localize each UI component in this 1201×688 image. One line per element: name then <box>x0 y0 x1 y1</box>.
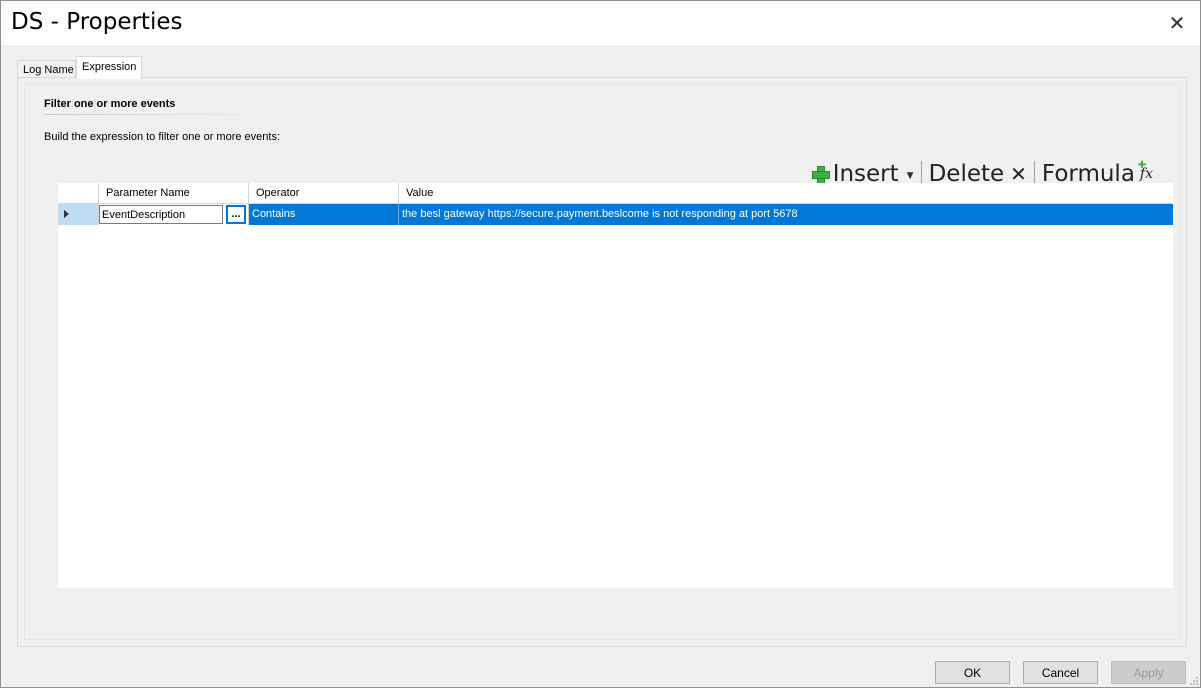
instruction-text: Build the expression to filter one or mo… <box>44 131 281 143</box>
table-row[interactable]: ... Contains the besl gateway https://se… <box>58 204 1173 225</box>
expression-tab-panel: Filter one or more events Build the expr… <box>17 77 1187 647</box>
tab-expression[interactable]: Expression <box>76 56 142 79</box>
row-header-corner <box>58 183 99 204</box>
ok-button[interactable]: OK <box>935 661 1010 684</box>
column-header-parameter-name[interactable]: Parameter Name <box>99 183 249 204</box>
section-title: Filter one or more events <box>44 98 176 110</box>
section-divider <box>44 114 280 115</box>
grid-header: Parameter Name Operator Value <box>58 183 1173 204</box>
cell-operator[interactable]: Contains <box>249 204 399 225</box>
column-header-operator[interactable]: Operator <box>249 183 399 204</box>
expression-grid[interactable]: Parameter Name Operator Value ... Contai… <box>58 183 1173 588</box>
browse-parameter-button[interactable]: ... <box>226 205 246 224</box>
cancel-button[interactable]: Cancel <box>1023 661 1098 684</box>
dropdown-icon[interactable]: ▼ <box>907 171 914 181</box>
resize-grip-icon[interactable] <box>1189 676 1199 686</box>
cell-value[interactable]: the besl gateway https://secure.payment.… <box>399 204 1173 225</box>
plus-icon <box>811 166 830 184</box>
panel-frame: Filter one or more events Build the expr… <box>24 84 1180 640</box>
properties-dialog: DS - Properties ✕ Log Name Expression Fi… <box>0 0 1201 688</box>
fx-icon: ✚ fx <box>1137 160 1153 182</box>
row-selector[interactable] <box>58 204 99 225</box>
parameter-name-input[interactable] <box>99 205 223 224</box>
window-title: DS - Properties <box>11 9 183 35</box>
current-row-arrow-icon <box>64 210 69 218</box>
title-bar: DS - Properties ✕ <box>1 1 1200 45</box>
cell-parameter-name[interactable]: ... <box>99 204 249 225</box>
column-header-value[interactable]: Value <box>399 183 1173 204</box>
apply-button[interactable]: Apply <box>1111 661 1186 684</box>
close-icon[interactable]: ✕ <box>1154 1 1200 45</box>
